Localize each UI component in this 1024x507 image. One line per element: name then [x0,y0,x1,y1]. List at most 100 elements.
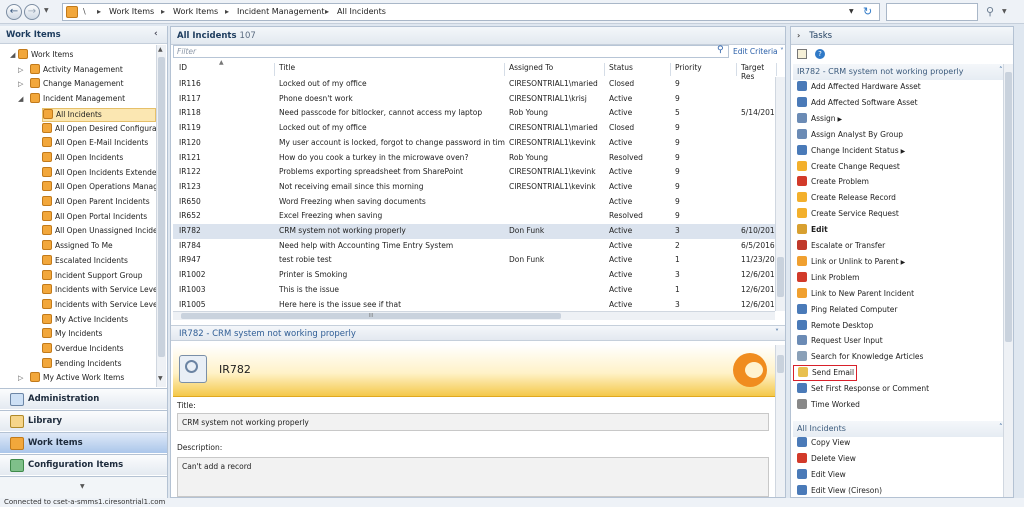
forward-icon[interactable]: → [24,4,40,20]
task-item[interactable]: Edit View [797,468,846,484]
tree-expander-icon[interactable]: ▷ [18,374,23,382]
help-icon[interactable]: ? [815,49,825,59]
tree-item[interactable]: Incident Support Group [42,269,156,284]
table-row[interactable]: IR782 CRM system not working properly Don … [173,224,777,239]
tree-item[interactable]: Activity Management [30,63,156,78]
grid-vscroll-thumb[interactable] [777,257,784,297]
collapse-section-icon[interactable]: ˄ [999,423,1003,431]
table-row[interactable]: IR784 Need help with Accounting Time Entr… [173,239,775,254]
grid-hscroll-thumb[interactable]: III [181,313,561,319]
column-header[interactable]: Title [275,63,505,76]
task-item[interactable]: Change Incident Status ▶ [797,144,905,160]
workspace-administration[interactable]: Administration [0,388,167,409]
workspace-more-icon[interactable]: ▼ [80,483,85,490]
tree-item[interactable]: Incidents with Service Level B [42,284,156,298]
tasks-scrollbar[interactable] [1003,64,1013,497]
task-item[interactable]: Create Service Request [797,208,899,223]
task-item[interactable]: Search for Knowledge Articles [797,351,923,366]
tree-item[interactable]: All Open Incidents [42,151,156,166]
expand-pane-icon[interactable]: › [797,31,800,40]
table-row[interactable]: IR650 Word Freezing when saving documents… [173,195,775,210]
tree-item[interactable]: Work Items [18,49,156,63]
tree-expander-icon[interactable]: ◢ [18,95,23,103]
tree-item[interactable]: All Open Desired Configuratio [42,122,156,137]
search-input[interactable] [886,3,978,21]
tree-item[interactable]: Assigned To Me [42,240,156,254]
tree-item[interactable]: Escalated Incidents [42,254,156,269]
table-row[interactable]: IR120 My user account is locked, forgot t… [173,136,775,151]
task-item[interactable]: Edit View (Cireson) [797,484,882,497]
search-icon[interactable]: ⚲ [986,5,994,18]
filter-search-icon[interactable]: ⚲ [717,45,724,55]
workspace-configuration-items[interactable]: Configuration Items [0,454,167,475]
column-header[interactable]: Status [605,63,671,76]
tree-item[interactable]: Pending Incidents [42,357,156,372]
grid-vscrollbar[interactable] [775,77,785,311]
table-row[interactable]: IR122 Problems exporting spreadsheet from… [173,165,775,180]
tree-expander-icon[interactable]: ▷ [18,80,23,88]
task-item[interactable]: Assign Analyst By Group [797,128,903,144]
table-row[interactable]: IR947 test robie test Don Funk Active 1 11/23… [173,253,777,268]
table-row[interactable]: IR1003 This is the issue Active 1 12/6/2016 [173,283,777,298]
tree-expander-icon[interactable]: ▷ [18,66,23,74]
task-item[interactable]: Ping Related Computer [797,303,898,319]
table-row[interactable]: IR652 Excel Freezing when saving Resolved 9 [173,209,775,224]
clipboard-icon[interactable] [797,49,807,59]
tree-item[interactable]: All Open Operations Manage [42,181,156,195]
filter-input[interactable]: Filter [173,45,729,58]
crumb-incident-management[interactable]: Incident Management [237,7,325,16]
tree-item[interactable]: My Active Work Items [30,372,156,386]
task-item[interactable]: Link or Unlink to Parent ▶ [797,255,905,271]
breadcrumb-dropdown-icon[interactable]: ▼ [849,8,854,15]
column-header[interactable]: Assigned To [505,63,605,76]
task-item[interactable]: Request User Input [797,335,883,350]
tree-expander-icon[interactable]: ◢ [10,51,15,59]
column-header[interactable]: ID [175,63,275,76]
table-row[interactable]: IR119 Locked out of my office CIRESONTRIAL… [173,121,775,136]
tree-item[interactable]: Incident Management [30,93,156,107]
task-item[interactable]: Delete View [797,452,856,468]
edit-criteria-link[interactable]: Edit Criteria ˅ [733,47,784,56]
table-row[interactable]: IR1002 Printer is Smoking Active 3 12/6/2016 [173,268,777,283]
task-item[interactable]: Assign ▶ [797,112,842,128]
preview-scroll-thumb[interactable] [777,355,784,373]
collapse-section-icon[interactable]: ˄ [999,66,1003,74]
column-header[interactable]: Priority [671,63,737,76]
table-row[interactable]: IR121 How do you cook a turkey in the mic… [173,151,775,166]
task-item[interactable]: Remote Desktop [797,319,873,335]
table-row[interactable]: IR117 Phone doesn't work CIRESONTRIAL1\kri… [173,92,775,107]
tree-item[interactable]: Change Management [30,78,156,92]
tree-item[interactable]: All Open Portal Incidents [42,210,156,225]
back-icon[interactable]: ← [6,4,22,20]
refresh-icon[interactable]: ↻ [863,5,872,18]
tree-item[interactable]: All Open E-Mail Incidents [42,137,156,151]
description-field[interactable]: Can't add a record [177,457,769,497]
task-item[interactable]: Link Problem [797,271,859,287]
tree-item[interactable]: My Incidents [42,328,156,342]
crumb-all-incidents[interactable]: All Incidents [337,7,386,16]
task-item[interactable]: Link to New Parent Incident [797,287,914,303]
task-item[interactable]: Escalate or Transfer [797,240,885,255]
task-item[interactable]: Create Change Request [797,160,900,176]
tree-item[interactable]: All Incidents [42,107,156,122]
task-item[interactable]: Add Affected Software Asset [797,96,918,112]
task-item[interactable]: Send Email [793,365,857,382]
crumb-work-items-2[interactable]: Work Items [173,7,218,16]
task-item[interactable]: Copy View [797,437,850,452]
task-section-incident[interactable]: IR782 - CRM system not working properly … [793,64,1011,80]
grid-hscrollbar[interactable]: III [173,311,775,320]
table-row[interactable]: IR118 Need passcode for bitlocker, cannot… [173,106,777,121]
column-header[interactable]: Target Res [737,63,777,81]
task-item[interactable]: Edit [797,224,828,239]
tree-item[interactable]: Overdue Incidents [42,343,156,357]
task-item[interactable]: Set First Response or Comment [797,383,929,398]
scroll-down-icon[interactable]: ▼ [158,375,163,382]
tree-item[interactable]: All Open Parent Incidents [42,196,156,210]
task-item[interactable]: Create Problem [797,176,869,191]
task-item[interactable]: Add Affected Hardware Asset [797,81,921,96]
tree-item[interactable]: Incidents with Service Level W [42,298,156,313]
workspace-work-items[interactable]: Work Items [0,432,167,453]
tree-scrollbar[interactable]: ▲ ▼ [156,45,166,387]
table-row[interactable]: IR123 Not receiving email since this morn… [173,180,775,195]
search-dropdown-icon[interactable]: ▼ [1002,8,1007,15]
